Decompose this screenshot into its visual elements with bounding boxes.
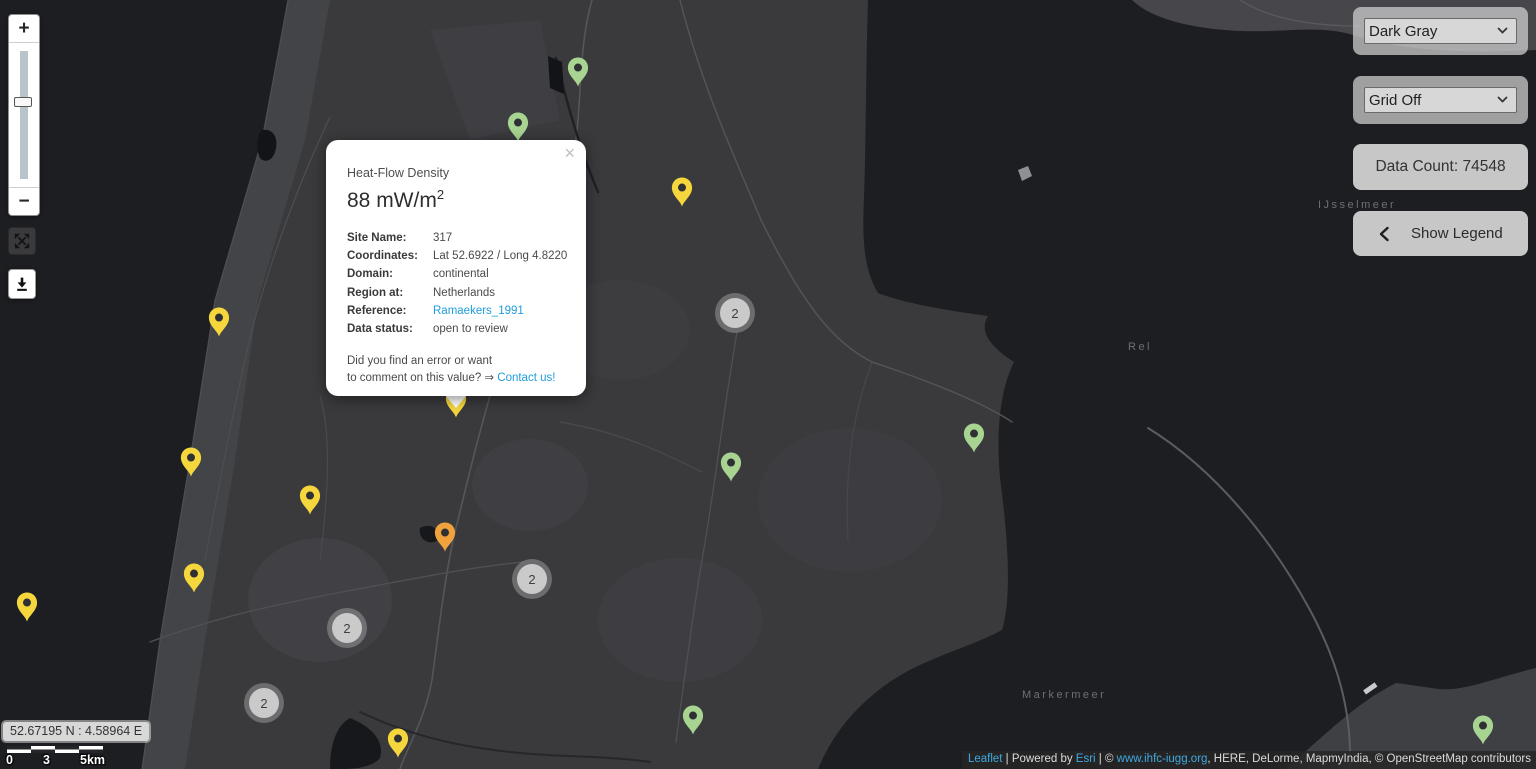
map-pin-yellow[interactable] [16,592,38,622]
contact-us-link[interactable]: Contact us! [497,372,555,384]
download-button[interactable] [8,269,36,299]
map-pin-yellow[interactable] [208,307,230,337]
zoom-slider-track[interactable] [20,51,28,179]
chevron-left-icon [1378,226,1390,242]
attribution-text: | © [1096,753,1117,765]
zoom-out-button[interactable]: − [9,188,39,215]
data-count-label: Data Count: 74548 [1375,158,1505,176]
popup-row-value: Netherlands [433,284,568,302]
zoom-in-button[interactable]: + [9,15,39,42]
map-pin-yellow[interactable] [180,447,202,477]
cluster-count: 2 [720,298,750,328]
popup-footer: Did you find an error or want to comment… [347,353,568,387]
popup-title: Heat-Flow Density [347,166,568,180]
scale-segment [7,746,31,753]
map-pin-yellow[interactable] [183,563,205,593]
download-icon [14,275,30,293]
grid-select[interactable]: Grid Off [1364,87,1517,113]
basemap-panel: Dark Gray [1353,7,1528,55]
fullscreen-button[interactable] [8,227,36,255]
attribution-bar: Leaflet | Powered by Esri | © www.ihfc-i… [962,751,1536,769]
popup-row-label: Data status: [347,320,433,338]
map-application: IJsselmeerRelMarkermeer 2222 × Heat-Flow… [0,0,1536,769]
cluster-count: 2 [249,688,279,718]
scale-segment [31,746,55,753]
popup-detail-rows: Site Name:317Coordinates:Lat 52.6922 / L… [347,229,568,338]
ihfc-link[interactable]: www.ihfc-iugg.org [1117,753,1208,765]
show-legend-button[interactable]: Show Legend [1353,211,1528,256]
popup-row-label: Coordinates: [347,247,433,265]
popup-row-value: Lat 52.6922 / Long 4.8220 [433,247,568,265]
marker-cluster[interactable]: 2 [327,608,367,648]
attribution-text: | Powered by [1002,753,1075,765]
map-pin-green[interactable] [720,452,742,482]
basemap-select[interactable]: Dark Gray [1364,18,1517,44]
map-pin-green[interactable] [1472,715,1494,745]
scale-segment [55,746,79,753]
site-popup: × Heat-Flow Density 88 mW/m2 Site Name:3… [326,140,586,396]
fullscreen-expand-icon [13,232,31,250]
popup-tip [445,395,467,408]
cluster-count: 2 [332,613,362,643]
map-pin-yellow[interactable] [299,485,321,515]
data-count-panel: Data Count: 74548 [1353,144,1528,190]
map-pin-yellow[interactable] [671,177,693,207]
map-pin-green[interactable] [567,57,589,87]
popup-close-icon[interactable]: × [564,144,575,162]
map-pin-green[interactable] [682,705,704,735]
popup-row-value: 317 [433,229,568,247]
map-pin-green[interactable] [507,112,529,142]
marker-cluster[interactable]: 2 [244,683,284,723]
scale-label-5km: 5km [80,753,105,767]
map-pin-yellow[interactable] [387,728,409,758]
zoom-slider[interactable] [9,42,39,188]
map-pin-orange[interactable] [434,522,456,552]
esri-link[interactable]: Esri [1076,753,1096,765]
cluster-count: 2 [517,564,547,594]
attribution-text: , HERE, DeLorme, MapmyIndia, © OpenStree… [1207,753,1531,765]
zoom-control: + − [8,14,40,216]
scale-label-0: 0 [6,753,13,767]
map-pin-green[interactable] [963,423,985,453]
reference-link[interactable]: Ramaekers_1991 [433,302,568,320]
popup-row-label: Reference: [347,302,433,320]
popup-row-label: Domain: [347,265,433,283]
scale-bar [7,746,103,753]
scale-segment [79,746,103,753]
map-canvas[interactable] [0,0,1536,769]
popup-footer-line1: Did you find an error or want [347,355,492,367]
coordinate-readout: 52.67195 N : 4.58964 E [3,722,149,741]
zoom-slider-handle[interactable] [14,97,32,107]
scale-label-3: 3 [43,753,50,767]
marker-cluster[interactable]: 2 [715,293,755,333]
popup-row-label: Region at: [347,284,433,302]
leaflet-link[interactable]: Leaflet [968,753,1003,765]
popup-footer-line2: to comment on this value? ⇒ [347,372,497,384]
popup-row-value: continental [433,265,568,283]
marker-cluster[interactable]: 2 [512,559,552,599]
heat-flow-value: 88 mW/m2 [347,187,568,213]
grid-panel: Grid Off [1353,76,1528,124]
popup-row-value: open to review [433,320,568,338]
popup-row-label: Site Name: [347,229,433,247]
show-legend-label: Show Legend [1411,225,1503,242]
